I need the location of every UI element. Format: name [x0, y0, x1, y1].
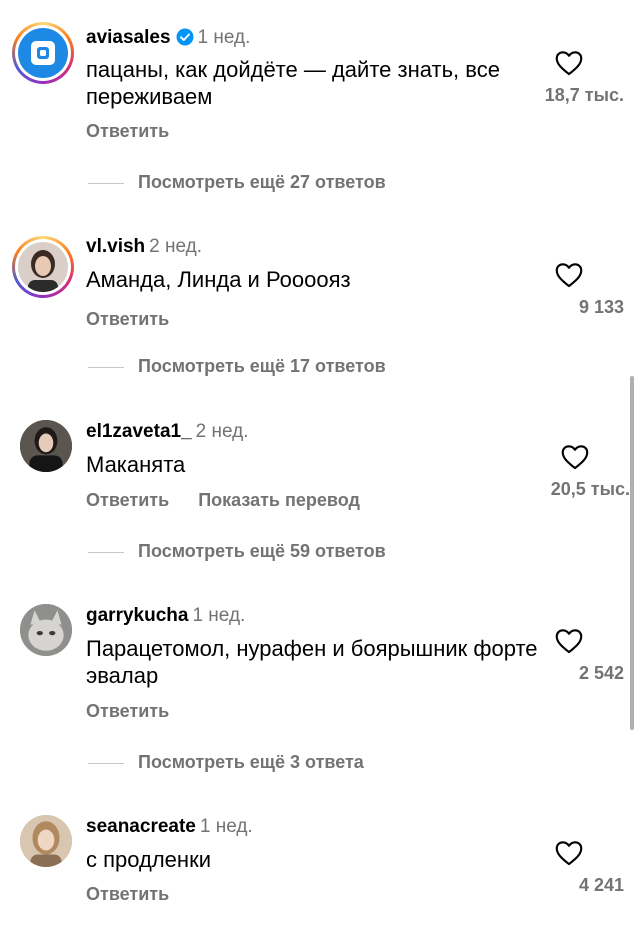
reply-button[interactable]: Ответить	[86, 121, 169, 141]
comment-time: 2 нед.	[195, 421, 249, 442]
comment-time: 1 нед.	[192, 605, 246, 626]
username[interactable]: el1zaveta1_	[86, 421, 192, 442]
show-translation-button[interactable]: Показать перевод	[198, 490, 360, 510]
cat-photo-icon	[20, 604, 72, 656]
comment-text: Аманда, Линда и Роооояз	[86, 267, 351, 292]
view-more-replies-label: Посмотреть ещё 59 ответов	[138, 541, 386, 561]
divider-line	[88, 551, 124, 553]
comment-text: Маканята	[86, 452, 186, 477]
comment-text: с продленки	[86, 847, 211, 872]
avatar[interactable]	[20, 420, 72, 472]
view-more-replies-label: Посмотреть ещё 17 ответов	[138, 356, 386, 376]
scrollbar[interactable]	[630, 376, 634, 730]
heart-outline-icon[interactable]	[555, 262, 583, 288]
divider-line	[88, 762, 124, 764]
divider-line	[88, 366, 124, 368]
likes-count: 2 542	[578, 663, 624, 683]
reply-button[interactable]: Ответить	[86, 490, 169, 510]
heart-outline-icon[interactable]	[555, 50, 583, 76]
view-more-replies[interactable]: Посмотреть ещё 59 ответов	[88, 541, 386, 562]
user-photo-icon	[20, 815, 72, 867]
avatar-story-ring[interactable]	[12, 22, 74, 84]
comment-time: 2 нед.	[149, 236, 203, 257]
likes-count: 4 241	[578, 875, 624, 895]
avatar	[18, 28, 68, 78]
comment-time: 1 нед.	[199, 816, 253, 837]
username[interactable]: garrykucha	[86, 605, 188, 626]
view-more-replies[interactable]: Посмотреть ещё 27 ответов	[88, 172, 386, 193]
comment-time: 1 нед.	[197, 27, 251, 48]
reply-button[interactable]: Ответить	[86, 701, 169, 721]
heart-outline-icon[interactable]	[555, 840, 583, 866]
view-more-replies-label: Посмотреть ещё 3 ответа	[138, 752, 364, 772]
comment-text: пацаны, как дойдёте — дайте знать, все п…	[86, 57, 500, 109]
avatar-story-ring[interactable]	[12, 236, 74, 298]
user-photo-icon	[28, 250, 58, 292]
user-photo-icon	[20, 420, 72, 472]
comment-text: Парацетомол, нурафен и боярышник форте э…	[86, 636, 538, 688]
heart-outline-icon[interactable]	[555, 628, 583, 654]
view-more-replies-label: Посмотреть ещё 27 ответов	[138, 172, 386, 192]
likes-count: 18,7 тыс.	[544, 85, 624, 105]
username[interactable]: aviasales	[86, 27, 171, 48]
username[interactable]: seanacreate	[86, 816, 196, 837]
avatar	[18, 242, 68, 292]
divider-line	[88, 182, 124, 184]
avatar[interactable]	[20, 815, 72, 867]
likes-count: 9 133	[578, 297, 624, 317]
view-more-replies[interactable]: Посмотреть ещё 3 ответа	[88, 752, 364, 773]
likes-count: 20,5 тыс.	[550, 479, 630, 499]
username[interactable]: vl.vish	[86, 236, 145, 257]
aviasales-logo-icon	[31, 41, 55, 65]
reply-button[interactable]: Ответить	[86, 309, 169, 329]
avatar[interactable]	[20, 604, 72, 656]
verified-badge-icon	[176, 28, 194, 46]
heart-outline-icon[interactable]	[561, 444, 589, 470]
view-more-replies[interactable]: Посмотреть ещё 17 ответов	[88, 356, 386, 377]
reply-button[interactable]: Ответить	[86, 884, 169, 904]
